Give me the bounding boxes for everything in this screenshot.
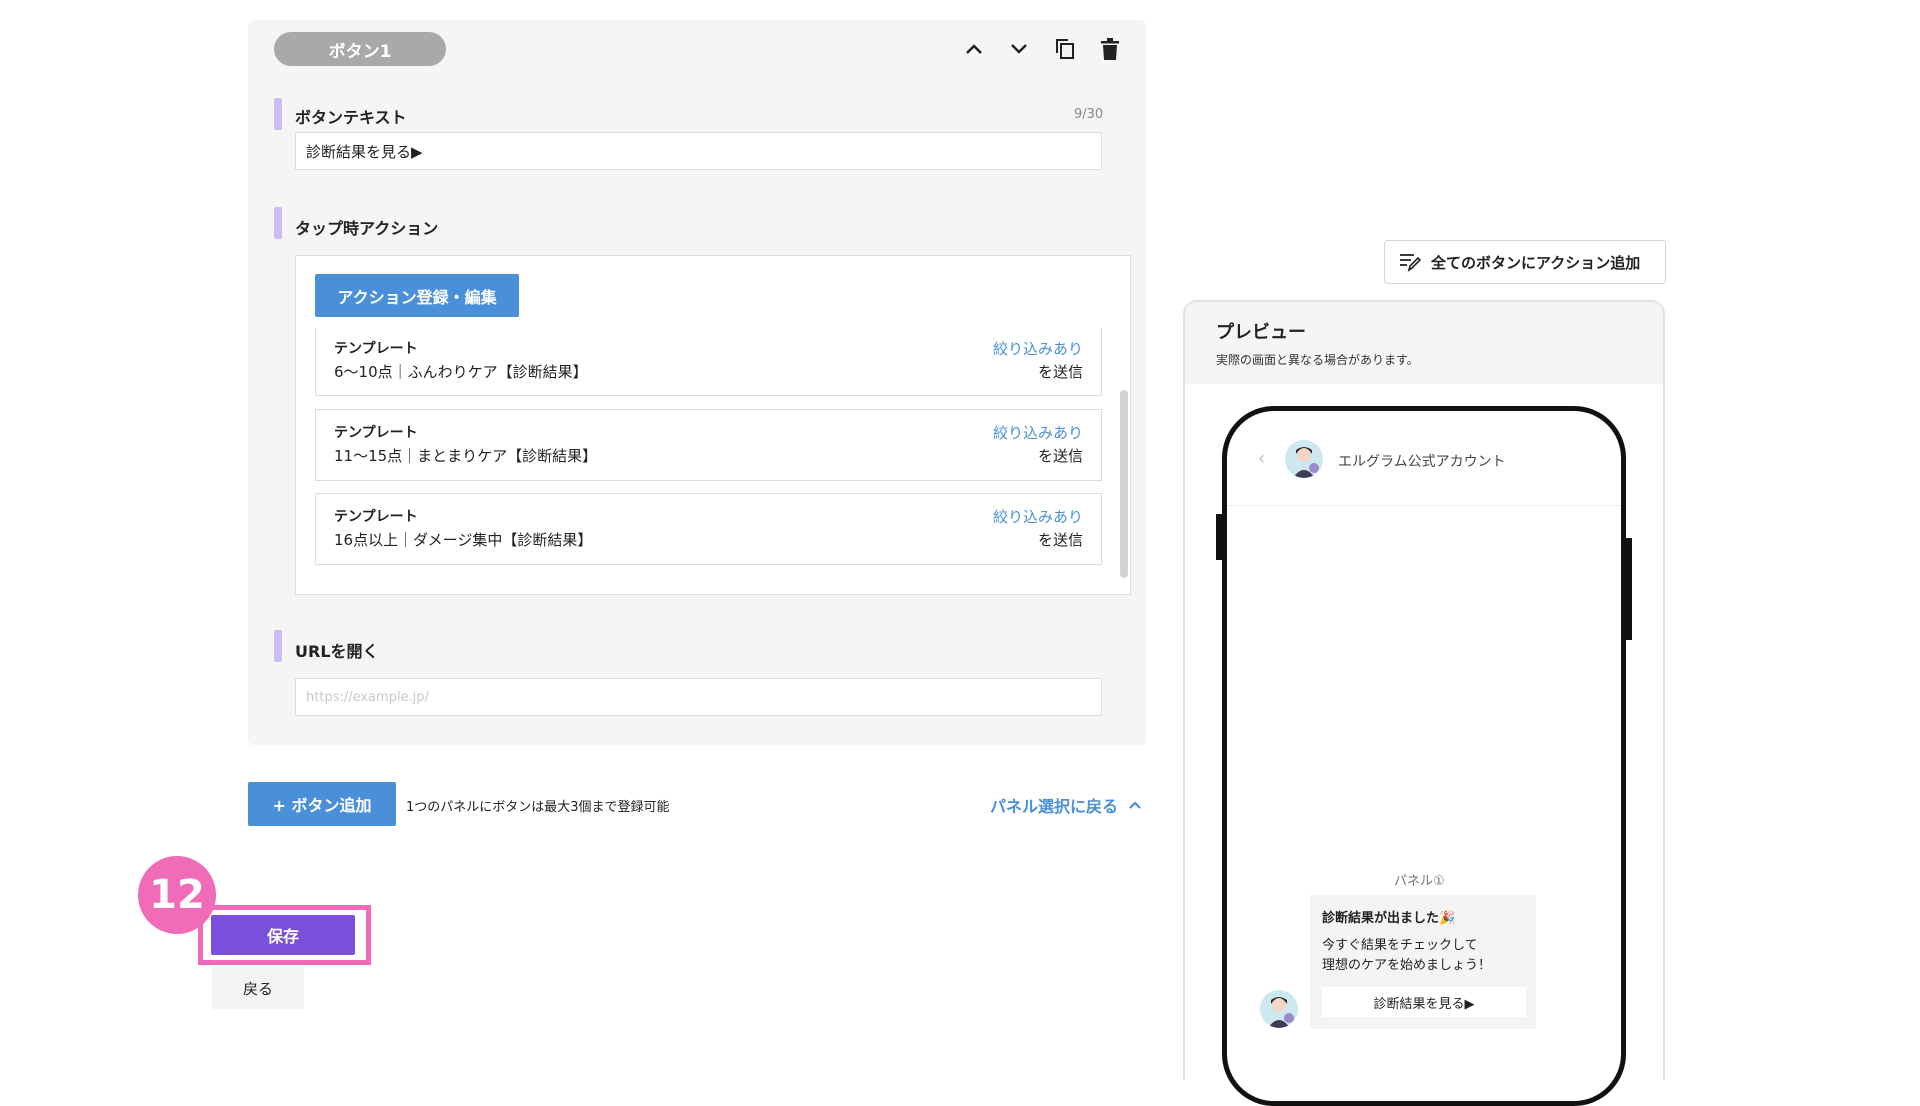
add-action-to-all-label: 全てのボタンにアクション追加 (1431, 253, 1641, 272)
card-template-name: 11〜15点｜まとまりケア【診断結果】 (334, 447, 598, 465)
copy-icon (1056, 39, 1074, 59)
add-action-to-all-buttons-button[interactable]: 全てのボタンにアクション追加 (1384, 240, 1666, 284)
save-button[interactable]: 保存 (211, 915, 355, 955)
action-card[interactable]: テンプレート 11〜15点｜まとまりケア【診断結果】 絞り込みあり を送信 (315, 409, 1102, 481)
delete-button[interactable] (1095, 34, 1125, 64)
trash-icon (1101, 38, 1119, 60)
card-type: テンプレート (334, 425, 418, 441)
url-input[interactable]: https://example.jp/ (295, 678, 1102, 716)
card-send-label: を送信 (1037, 363, 1083, 381)
card-type: テンプレート (334, 341, 418, 357)
panel-label: パネル① (1394, 874, 1445, 889)
char-counter: 9/30 (1074, 107, 1104, 122)
button-text-title: ボタンテキスト (295, 108, 407, 127)
message-body: 今すぐ結果をチェックして 理想のケアを始めましょう！ (1322, 938, 1492, 973)
card-send-label: を送信 (1037, 531, 1083, 549)
preview-title: プレビュー (1216, 322, 1306, 343)
button-tab-pill[interactable]: ボタン1 (274, 32, 446, 66)
avatar-icon (1285, 440, 1323, 478)
move-down-button[interactable] (1004, 34, 1034, 64)
avatar-icon (1260, 990, 1298, 1028)
add-button-note: 1つのパネルにボタンは最大3個まで登録可能 (406, 800, 670, 815)
card-template-name: 6〜10点｜ふんわりケア【診断結果】 (334, 363, 588, 381)
card-template-name: 16点以上｜ダメージ集中【診断結果】 (334, 531, 593, 549)
account-name: エルグラム公式アカウント (1338, 454, 1506, 470)
back-to-panel-label: パネル選択に戻る (990, 797, 1119, 816)
phone-side-button (1216, 514, 1222, 560)
button-text-input[interactable]: 診断結果を見る▶ (295, 132, 1102, 170)
message-avatar (1260, 990, 1298, 1028)
section-bar (274, 630, 282, 662)
phone-side-button (1626, 538, 1632, 640)
action-card[interactable]: テンプレート 16点以上｜ダメージ集中【診断結果】 絞り込みあり を送信 (315, 493, 1102, 565)
account-avatar (1285, 440, 1323, 478)
section-bar (274, 207, 282, 239)
tap-action-title: タップ時アクション (295, 219, 439, 238)
card-filter-link[interactable]: 絞り込みあり (993, 338, 1083, 359)
move-up-button[interactable] (959, 34, 989, 64)
message-action-button[interactable]: 診断結果を見る▶ (1322, 987, 1526, 1017)
card-type: テンプレート (334, 509, 418, 525)
chevron-left-icon: ‹ (1258, 448, 1266, 469)
action-card[interactable]: テンプレート 6〜10点｜ふんわりケア【診断結果】 絞り込みあり を送信 (315, 328, 1102, 396)
back-to-panel-link[interactable]: パネル選択に戻る (990, 793, 1142, 817)
chevron-up-icon (966, 44, 982, 54)
url-open-title: URLを開く (295, 642, 379, 661)
list-edit-icon (1400, 254, 1421, 272)
action-edit-button[interactable]: アクション登録・編集 (315, 274, 519, 317)
card-filter-link[interactable]: 絞り込みあり (993, 422, 1083, 443)
add-button-button[interactable]: + ボタン追加 (248, 782, 396, 826)
chevron-up-icon (1129, 801, 1141, 809)
chevron-down-icon (1011, 44, 1027, 54)
action-list-scrollbar[interactable] (1120, 390, 1128, 578)
copy-button[interactable] (1050, 34, 1080, 64)
step-number-badge: 12 (138, 856, 216, 934)
card-filter-link[interactable]: 絞り込みあり (993, 506, 1083, 527)
back-button[interactable]: 戻る (212, 967, 304, 1009)
preview-subtitle: 実際の画面と異なる場合があります。 (1216, 353, 1419, 367)
section-bar (274, 98, 282, 130)
card-send-label: を送信 (1037, 447, 1083, 465)
phone-header-divider (1227, 505, 1621, 506)
message-title: 診断結果が出ました🎉 (1322, 911, 1456, 926)
